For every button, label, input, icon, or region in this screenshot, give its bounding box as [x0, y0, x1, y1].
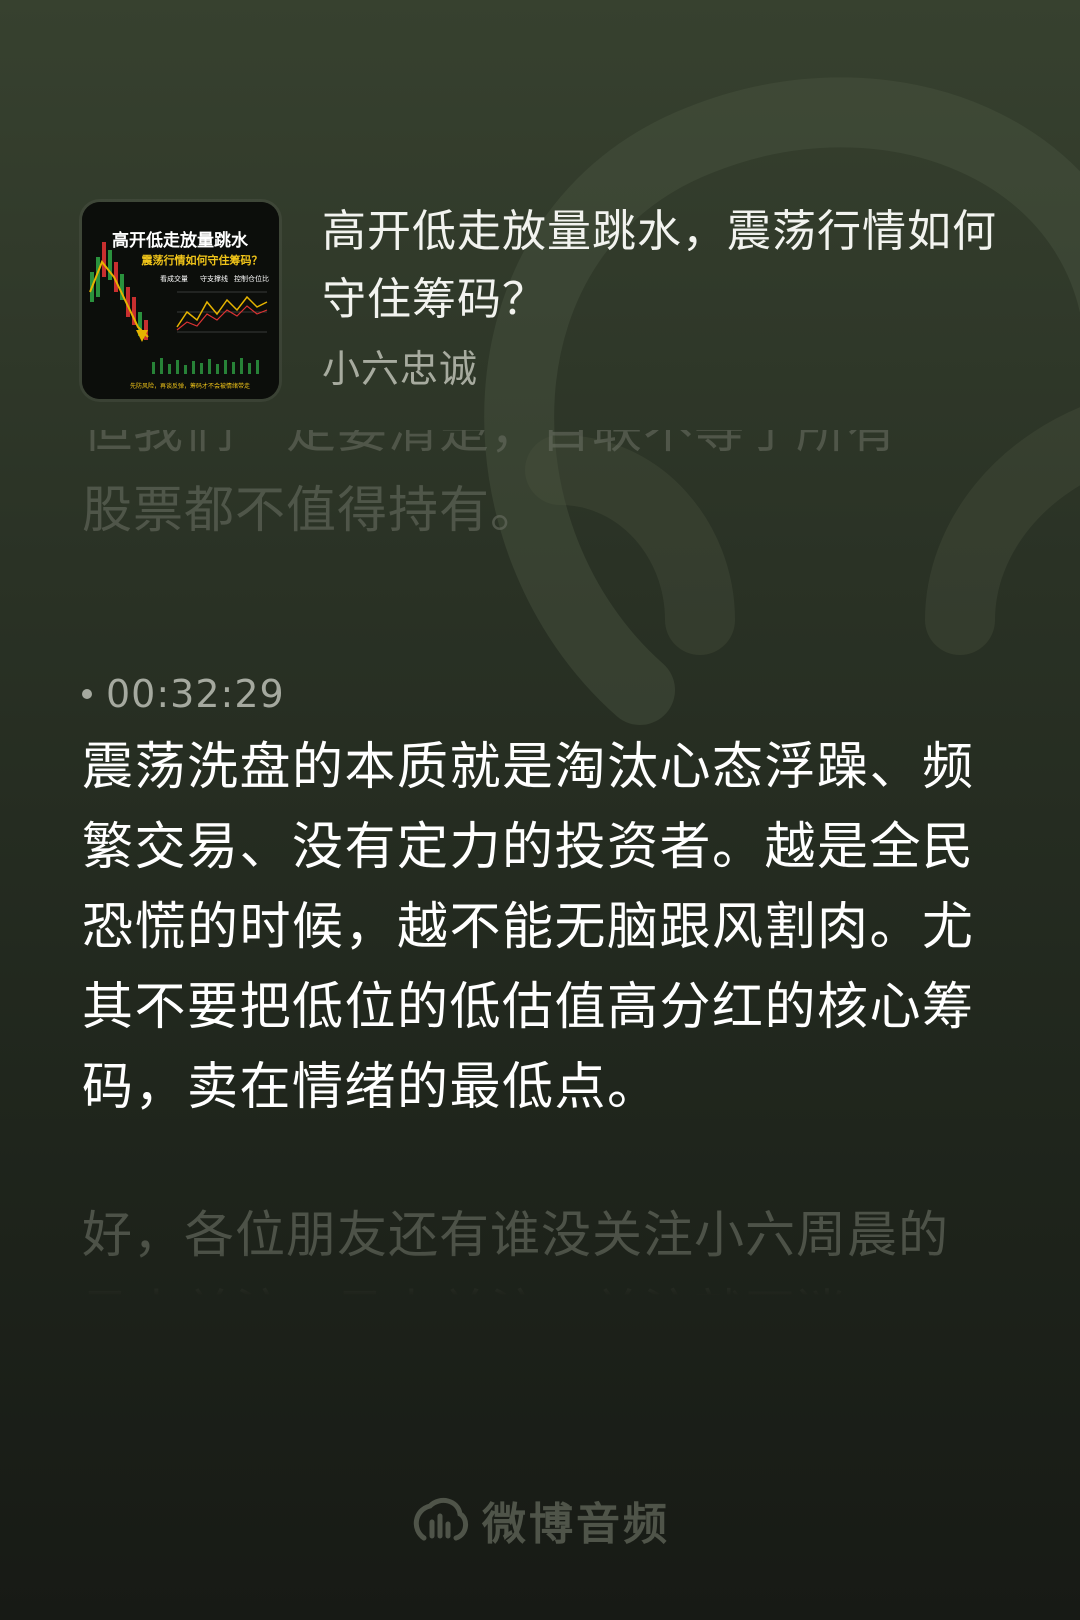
current-transcript-text[interactable]: 震荡洗盘的本质就是淘汰心态浮躁、频繁交易、没有定力的投资者。越是全民恐慌的时候，…: [82, 728, 982, 1128]
previous-transcript-text: 股票都不值得持有。: [82, 481, 541, 539]
cover-artwork: 高开低走放量跳水 震荡行情如何守住筹码？ 看成交量 守支撑线 控制仓位比 先防风…: [82, 202, 279, 399]
next-transcript-text: 好，各位朋友还有谁没关注小六周晨的马上关注，马上关注，关注就不迷: [82, 1206, 949, 1296]
timestamp-dot-icon: [82, 689, 92, 699]
next-transcript-segment[interactable]: 好，各位朋友还有谁没关注小六周晨的马上关注，马上关注，关注就不迷: [82, 1196, 982, 1296]
brand-name: 微博音频: [482, 1499, 670, 1550]
brand-footer: 微博音频: [0, 1488, 1080, 1552]
cover-headline: 高开低走放量跳水: [112, 230, 249, 251]
cover-tag-3: 控制仓位比: [234, 274, 269, 283]
previous-cut-line: 但我们一定要清楚，目联不等于所有: [82, 430, 898, 459]
previous-transcript-segment[interactable]: 但我们一定要清楚，目联不等于所有 股票都不值得持有。: [82, 430, 982, 550]
cover-footer: 先防风险，再谈反弹，筹码才不会被情绪带走: [130, 382, 250, 390]
episode-cover-image[interactable]: 高开低走放量跳水 震荡行情如何守住筹码？ 看成交量 守支撑线 控制仓位比 先防风…: [82, 202, 279, 399]
weibo-audio-logo-icon: [413, 1497, 468, 1541]
current-segment-timestamp[interactable]: 00:32:29: [82, 672, 285, 716]
cover-tag-2: 守支撑线: [200, 274, 228, 283]
cover-tag-1: 看成交量: [160, 274, 188, 283]
episode-title: 高开低走放量跳水，震荡行情如何守住筹码？: [322, 206, 997, 325]
timestamp-text: 00:32:29: [106, 672, 285, 716]
episode-author[interactable]: 小六忠诚: [322, 338, 478, 393]
cover-subheadline: 震荡行情如何守住筹码？: [141, 253, 263, 267]
